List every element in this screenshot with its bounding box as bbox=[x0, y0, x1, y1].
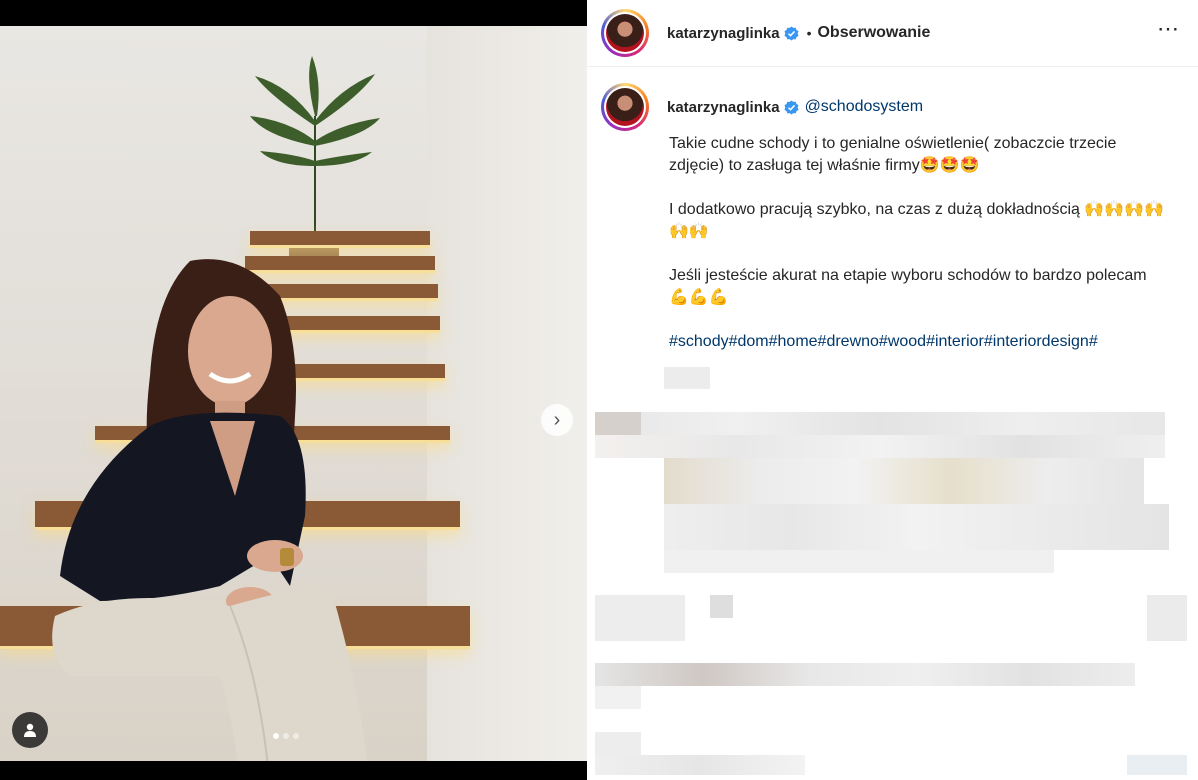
verified-badge-icon bbox=[784, 25, 799, 41]
carousel-dot[interactable] bbox=[273, 733, 279, 739]
pixelated-comments bbox=[587, 365, 1198, 780]
photo-wall bbox=[427, 26, 587, 761]
next-image-button[interactable]: › bbox=[541, 404, 573, 436]
caption-paragraph: Takie cudne schody i to genialne oświetl… bbox=[669, 135, 1117, 174]
post-details-panel: katarzynaglinka • Obserwowanie ⋯ katarzy… bbox=[587, 0, 1198, 780]
hashtags[interactable]: #schody#dom#home#drewno#wood#interior#in… bbox=[669, 331, 1169, 353]
separator-dot: • bbox=[806, 25, 812, 41]
caption-text: Takie cudne schody i to genialne oświetl… bbox=[669, 133, 1169, 375]
following-button[interactable]: Obserwowanie bbox=[817, 24, 930, 42]
tagged-users-button[interactable] bbox=[12, 712, 48, 748]
more-options-icon[interactable]: ⋯ bbox=[1157, 16, 1180, 42]
caption-header: katarzynaglinka @schodosystem bbox=[601, 83, 923, 131]
mention-link[interactable]: @schodosystem bbox=[805, 98, 924, 116]
post-header: katarzynaglinka • Obserwowanie ⋯ bbox=[587, 0, 1198, 67]
avatar-image bbox=[606, 88, 644, 126]
avatar[interactable] bbox=[601, 9, 649, 57]
caption-paragraph: Jeśli jesteście akurat na etapie wyboru … bbox=[669, 267, 1147, 306]
verified-badge-icon bbox=[784, 99, 799, 115]
caption-avatar[interactable] bbox=[601, 83, 649, 131]
avatar-image bbox=[606, 14, 644, 52]
username-link[interactable]: katarzynaglinka bbox=[667, 25, 780, 42]
stair-step bbox=[250, 231, 430, 248]
star-eyes-emoji-icon: 🤩🤩🤩 bbox=[919, 157, 980, 174]
carousel-dot[interactable] bbox=[283, 733, 289, 739]
caption-username[interactable]: katarzynaglinka bbox=[667, 99, 780, 116]
user-icon bbox=[24, 723, 36, 737]
caption-paragraph: I dodatkowo pracują szybko, na czas z du… bbox=[669, 201, 1165, 240]
flexed-biceps-emoji-icon: 💪💪💪 bbox=[669, 289, 729, 306]
chevron-right-icon: › bbox=[553, 408, 561, 431]
carousel-dot[interactable] bbox=[293, 733, 299, 739]
carousel-dots bbox=[273, 733, 299, 739]
plant-illustration bbox=[250, 56, 380, 236]
post-photo[interactable]: › bbox=[0, 26, 587, 761]
media-panel: › bbox=[0, 0, 587, 780]
person-illustration bbox=[52, 259, 368, 761]
